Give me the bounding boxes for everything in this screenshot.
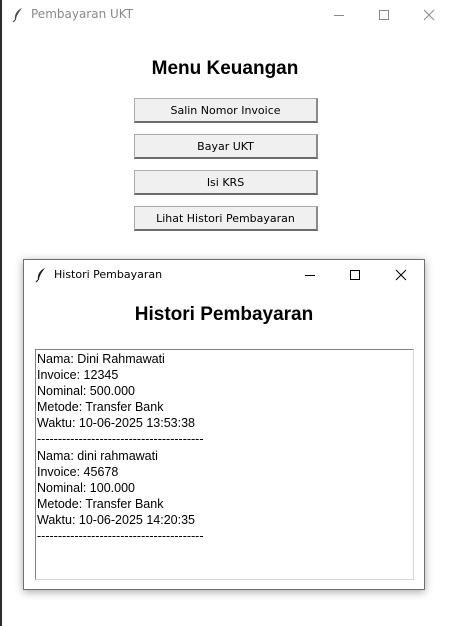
- history-text-area[interactable]: Nama: Dini Rahmawati Invoice: 12345 Nomi…: [35, 349, 414, 580]
- tk-feather-icon: [12, 8, 22, 23]
- fill-krs-button[interactable]: Isi KRS: [134, 170, 318, 195]
- copy-invoice-button[interactable]: Salin Nomor Invoice: [134, 98, 318, 123]
- window-border: [0, 0, 2, 626]
- minimize-button[interactable]: [316, 0, 362, 30]
- history-line: Metode: Transfer Bank: [37, 496, 164, 511]
- minimize-icon: [305, 274, 315, 276]
- history-window: Histori Pembayaran Histori Pembayaran Na…: [23, 259, 425, 590]
- history-close-button[interactable]: [378, 260, 424, 289]
- history-heading: Histori Pembayaran: [134, 304, 314, 325]
- view-history-button[interactable]: Lihat Histori Pembayaran: [134, 206, 318, 231]
- maximize-button[interactable]: [361, 0, 407, 30]
- history-line: Waktu: 10-06-2025 13:53:38: [37, 416, 195, 431]
- history-line: Invoice: 12345: [37, 368, 119, 383]
- close-icon: [395, 269, 407, 280]
- pay-ukt-button[interactable]: Bayar UKT: [134, 134, 318, 159]
- history-line: Nama: dini rahmawati: [37, 448, 158, 463]
- history-line: Nama: Dini Rahmawati: [37, 352, 165, 366]
- history-line: Metode: Transfer Bank: [37, 400, 164, 415]
- maximize-icon: [350, 269, 360, 280]
- close-icon: [423, 9, 435, 21]
- history-line: Waktu: 10-06-2025 14:20:35: [37, 512, 195, 527]
- close-button[interactable]: [406, 0, 450, 30]
- main-titlebar[interactable]: Pembayaran UKT: [2, 0, 450, 30]
- window-title: Pembayaran UKT: [31, 7, 134, 21]
- maximize-icon: [379, 10, 389, 20]
- history-line: Nominal: 500.000: [37, 384, 135, 399]
- history-window-title: Histori Pembayaran: [54, 268, 163, 281]
- history-minimize-button[interactable]: [287, 260, 333, 289]
- history-titlebar[interactable]: Histori Pembayaran: [24, 260, 424, 289]
- tk-feather-icon: [35, 268, 45, 283]
- minimize-icon: [334, 15, 344, 16]
- menu-heading: Menu Keuangan: [151, 58, 299, 79]
- history-separator: ----------------------------------------: [37, 529, 204, 544]
- history-maximize-button[interactable]: [332, 260, 378, 289]
- history-line: Invoice: 45678: [37, 464, 119, 479]
- history-separator: ----------------------------------------: [37, 432, 204, 447]
- history-line: Nominal: 100.000: [37, 480, 135, 495]
